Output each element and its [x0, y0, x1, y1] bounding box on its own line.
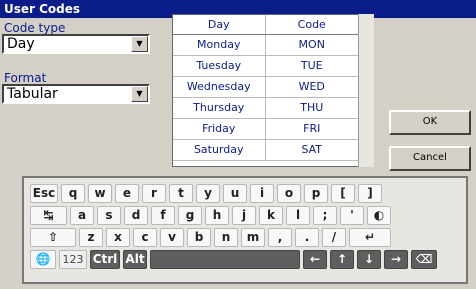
key-x[interactable]: x: [106, 228, 130, 247]
shift-key-icon[interactable]: ⇧: [30, 228, 76, 247]
table-row[interactable]: Saturday SAT: [173, 139, 359, 161]
key-g[interactable]: g: [178, 206, 202, 225]
column-header-code[interactable]: Code: [265, 15, 359, 35]
code-type-label: Code type: [4, 21, 66, 35]
table-row[interactable]: Wednesday WED: [173, 76, 359, 98]
key-j[interactable]: j: [232, 206, 256, 225]
cell-day: Friday: [173, 118, 266, 140]
codes-table: Day Code Monday MON Tuesday TUE Wednesday W…: [172, 14, 374, 167]
key-quote[interactable]: ': [340, 206, 364, 225]
contrast-key-icon[interactable]: ◐: [367, 206, 391, 225]
key-b[interactable]: b: [187, 228, 211, 247]
cell-code: MON: [265, 34, 359, 56]
cancel-button[interactable]: Cancel: [389, 146, 471, 171]
key-p[interactable]: p: [304, 184, 328, 203]
key-w[interactable]: w: [88, 184, 112, 203]
table-scrollbar[interactable]: [358, 14, 374, 167]
key-n[interactable]: n: [214, 228, 238, 247]
backspace-key-icon[interactable]: ⌫: [411, 250, 437, 269]
key-comma[interactable]: ,: [268, 228, 292, 247]
key-left-bracket[interactable]: [: [331, 184, 355, 203]
enter-key-icon[interactable]: ↵: [349, 228, 391, 247]
key-q[interactable]: q: [61, 184, 85, 203]
key-k[interactable]: k: [259, 206, 283, 225]
chevron-down-icon[interactable]: ▼: [131, 86, 148, 102]
key-c[interactable]: c: [133, 228, 157, 247]
key-v[interactable]: v: [160, 228, 184, 247]
key-u[interactable]: u: [223, 184, 247, 203]
cell-code: WED: [265, 76, 359, 98]
cell-day: Tuesday: [173, 55, 266, 77]
key-s[interactable]: s: [97, 206, 121, 225]
code-type-value: Day: [7, 36, 35, 52]
key-space[interactable]: [150, 250, 300, 269]
key-slash[interactable]: /: [322, 228, 346, 247]
key-right-bracket[interactable]: ]: [358, 184, 382, 203]
cell-day: Wednesday: [173, 76, 266, 98]
column-header-day[interactable]: Day: [173, 15, 266, 35]
chevron-down-icon[interactable]: ▼: [131, 36, 148, 52]
cell-day: Saturday: [173, 139, 266, 161]
format-label: Format: [4, 71, 47, 85]
key-semicolon[interactable]: ;: [313, 206, 337, 225]
key-t[interactable]: t: [169, 184, 193, 203]
key-alt[interactable]: Alt: [123, 250, 147, 269]
key-l[interactable]: l: [286, 206, 310, 225]
key-y[interactable]: y: [196, 184, 220, 203]
key-d[interactable]: d: [124, 206, 148, 225]
key-r[interactable]: r: [142, 184, 166, 203]
globe-key-icon[interactable]: 🌐: [30, 250, 56, 269]
table-row[interactable]: Monday MON: [173, 34, 359, 56]
format-value: Tabular: [7, 86, 58, 102]
key-h[interactable]: h: [205, 206, 229, 225]
cell-day: Monday: [173, 34, 266, 56]
key-e[interactable]: e: [115, 184, 139, 203]
key-o[interactable]: o: [277, 184, 301, 203]
table-row[interactable]: Tuesday TUE: [173, 55, 359, 77]
code-type-select[interactable]: Day ▼: [2, 34, 150, 54]
arrow-down-icon[interactable]: ↓: [357, 250, 381, 269]
key-period[interactable]: .: [295, 228, 319, 247]
key-a[interactable]: a: [70, 206, 94, 225]
cell-code: SAT: [265, 139, 359, 161]
key-esc[interactable]: Esc: [30, 184, 58, 203]
key-f[interactable]: f: [151, 206, 175, 225]
table-row[interactable]: Thursday THU: [173, 97, 359, 119]
arrow-right-icon[interactable]: →: [384, 250, 408, 269]
key-i[interactable]: i: [250, 184, 274, 203]
format-select[interactable]: Tabular ▼: [2, 84, 150, 104]
cell-code: FRI: [265, 118, 359, 140]
ok-button[interactable]: OK: [389, 110, 471, 135]
key-z[interactable]: z: [79, 228, 103, 247]
arrow-up-icon[interactable]: ↑: [330, 250, 354, 269]
on-screen-keyboard: Esc q w e r t y u i o p [ ] ↹ a s d f g …: [22, 176, 468, 284]
tab-key-icon[interactable]: ↹: [30, 206, 67, 225]
arrow-left-icon[interactable]: ←: [303, 250, 327, 269]
key-numeric-toggle[interactable]: 123: [59, 250, 87, 269]
cell-code: TUE: [265, 55, 359, 77]
key-ctrl[interactable]: Ctrl: [90, 250, 120, 269]
cell-day: Thursday: [173, 97, 266, 119]
key-m[interactable]: m: [241, 228, 265, 247]
table-row[interactable]: Friday FRI: [173, 118, 359, 140]
cell-code: THU: [265, 97, 359, 119]
